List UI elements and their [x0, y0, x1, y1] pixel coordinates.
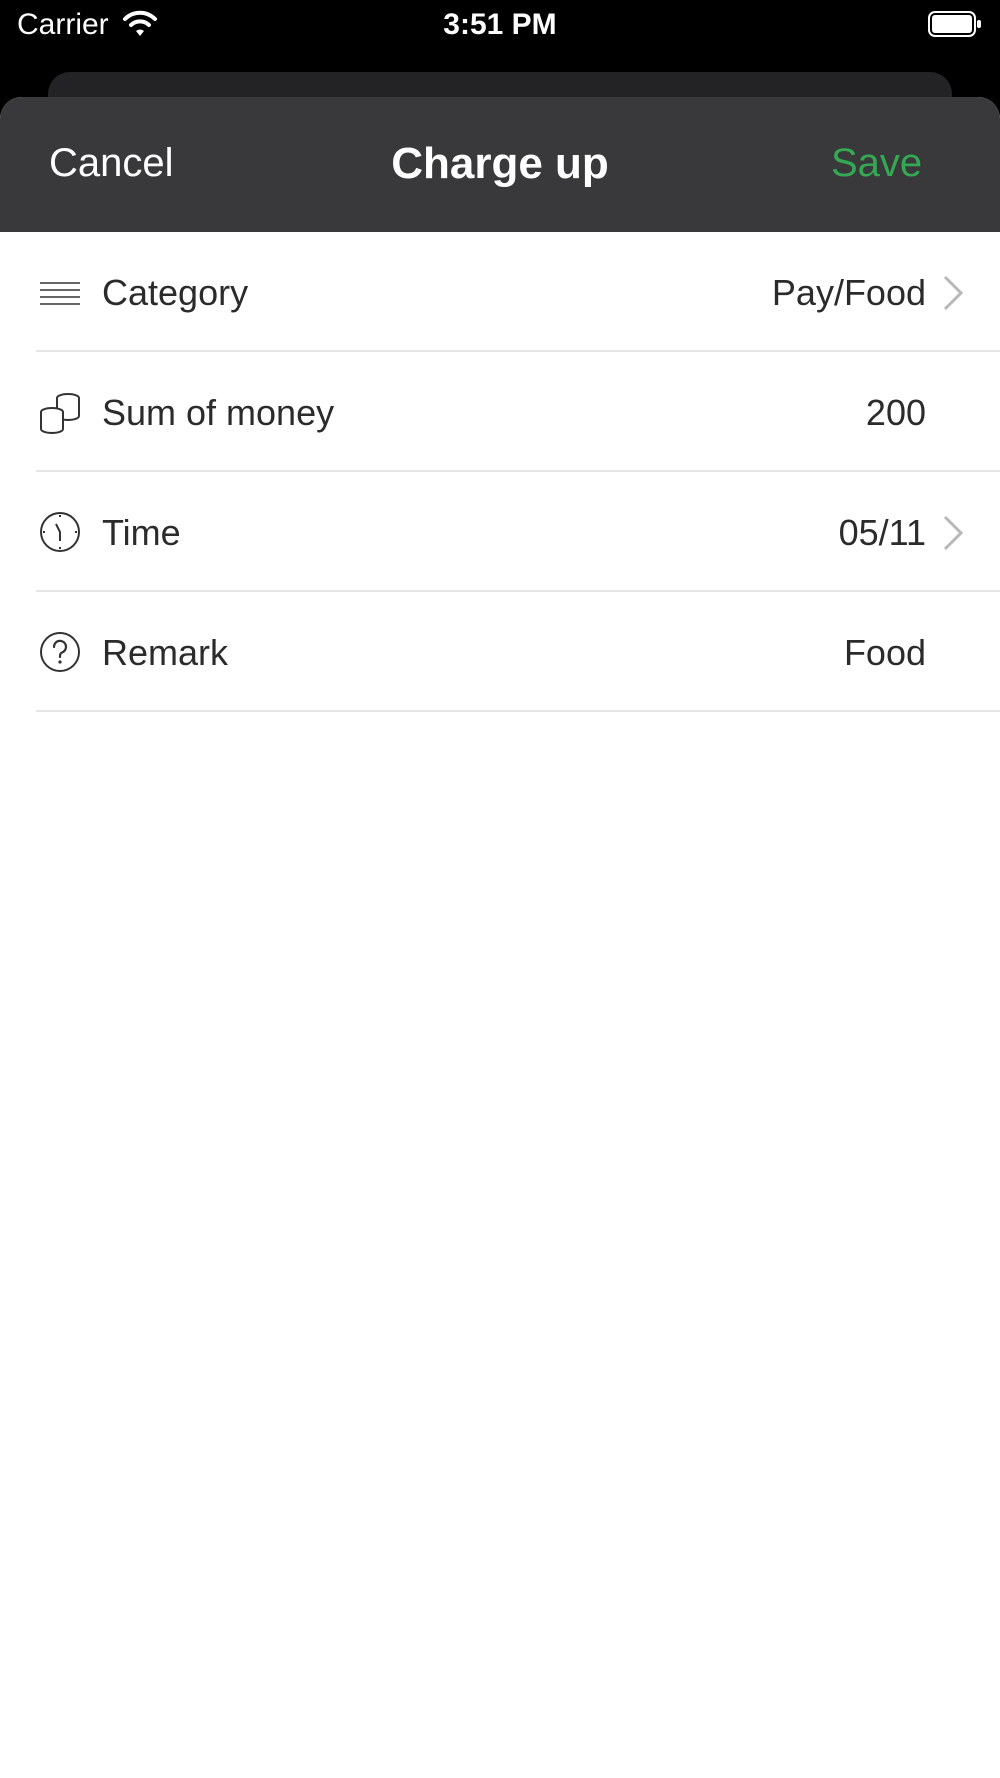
chevron-right-icon	[943, 275, 964, 311]
remark-label: Remark	[102, 632, 229, 673]
charge-up-sheet: Cancel Charge up Save Category Pay/Food	[0, 97, 1000, 1778]
remark-row[interactable]: Remark Food	[0, 592, 1000, 712]
save-button[interactable]: Save	[831, 141, 922, 186]
status-time: 3:51 PM	[443, 8, 557, 41]
sum-of-money-row[interactable]: Sum of money 200	[0, 352, 1000, 472]
question-icon	[40, 632, 80, 672]
sum-of-money-value[interactable]: 200	[866, 392, 926, 434]
time-value: 05/11	[838, 512, 926, 553]
remark-value[interactable]: Food	[844, 632, 926, 674]
sum-of-money-label: Sum of money	[102, 392, 335, 433]
time-row[interactable]: Time 05/11	[0, 472, 1000, 592]
category-value: Pay/Food	[771, 272, 926, 313]
charge-form: Category Pay/Food Sum of money 200 Time …	[0, 232, 1000, 712]
list-icon	[40, 282, 80, 305]
row-divider	[36, 710, 1000, 712]
category-row[interactable]: Category Pay/Food	[0, 232, 1000, 352]
category-label: Category	[102, 272, 249, 313]
time-label: Time	[102, 512, 181, 553]
battery-icon	[928, 11, 981, 37]
chevron-right-icon	[943, 515, 964, 551]
status-bar: Carrier 3:51 PM	[0, 0, 1000, 60]
clock-icon	[40, 512, 80, 552]
navigation-bar: Cancel Charge up Save	[0, 97, 1000, 232]
coins-icon	[40, 393, 80, 434]
